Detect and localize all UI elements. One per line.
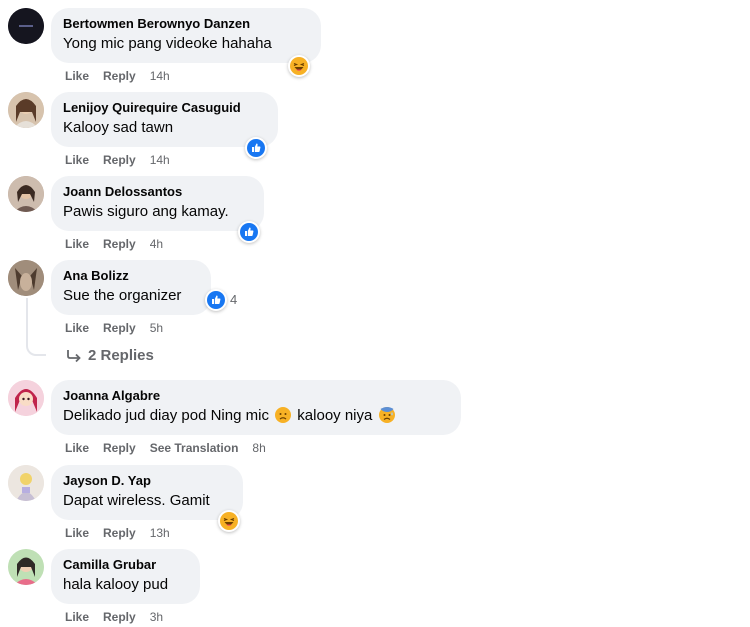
avatar[interactable] <box>8 465 44 501</box>
comment-author[interactable]: Joanna Algabre <box>63 388 449 404</box>
avatar[interactable] <box>8 260 44 296</box>
comment-author[interactable]: Bertowmen Berownyo Danzen <box>63 16 309 32</box>
timestamp[interactable]: 14h <box>150 68 170 84</box>
comment-author[interactable]: Camilla Grubar <box>63 557 188 573</box>
reply-thread-connector <box>26 342 46 356</box>
comment-bubble: Ana Bolizz Sue the organizer <box>51 260 211 315</box>
comment-bubble: Joann Delossantos Pawis siguro ang kamay… <box>51 176 264 231</box>
reaction-count[interactable]: 4 <box>230 292 237 308</box>
comment-author[interactable]: Lenijoy Quirequire Casuguid <box>63 100 266 116</box>
like-reaction-icon[interactable] <box>205 289 227 311</box>
like-button[interactable]: Like <box>65 525 89 541</box>
avatar[interactable] <box>8 380 44 416</box>
reply-button[interactable]: Reply <box>103 68 136 84</box>
comment-text: Kalooy sad tawn <box>63 119 174 136</box>
replies-label: 2 Replies <box>88 347 154 364</box>
timestamp[interactable]: 3h <box>150 609 163 625</box>
like-button[interactable]: Like <box>65 320 89 336</box>
haha-emoji-icon[interactable] <box>218 510 240 532</box>
like-reaction-icon[interactable] <box>245 137 267 159</box>
avatar[interactable] <box>8 92 44 128</box>
comment-actions: Like Reply 4h <box>65 236 163 252</box>
comment-bubble: Joanna Algabre Delikado jud diay pod Nin… <box>51 380 461 435</box>
comment-actions: Like Reply 14h <box>65 68 170 84</box>
timestamp[interactable]: 14h <box>150 152 170 168</box>
anxious-sweat-emoji-icon <box>378 407 395 423</box>
avatar[interactable] <box>8 176 44 212</box>
comment-bubble: Lenijoy Quirequire Casuguid Kalooy sad t… <box>51 92 278 147</box>
timestamp[interactable]: 5h <box>150 320 163 336</box>
timestamp[interactable]: 4h <box>150 236 163 252</box>
timestamp[interactable]: 13h <box>150 525 170 541</box>
comment-text: Yong mic pang videoke hahaha <box>63 35 272 52</box>
comment-text: hala kalooy pud <box>63 576 169 593</box>
comment-text-part: kalooy niya <box>297 407 373 424</box>
comment-author[interactable]: Ana Bolizz <box>63 268 199 284</box>
reply-arrow-icon <box>67 350 81 363</box>
comment-author[interactable]: Joann Delossantos <box>63 184 252 200</box>
comment-actions: Like Reply 5h <box>65 320 163 336</box>
like-button[interactable]: Like <box>65 236 89 252</box>
reply-button[interactable]: Reply <box>103 320 136 336</box>
comment-text: Pawis siguro ang kamay. <box>63 203 229 220</box>
comment-author[interactable]: Jayson D. Yap <box>63 473 231 489</box>
like-button[interactable]: Like <box>65 440 89 456</box>
view-replies-link[interactable]: 2 Replies <box>66 346 154 366</box>
avatar[interactable] <box>8 8 44 44</box>
sad-face-emoji-icon <box>275 407 292 423</box>
see-translation-button[interactable]: See Translation <box>150 440 239 456</box>
comment-text: Sue the organizer <box>63 287 182 304</box>
timestamp[interactable]: 8h <box>252 440 265 456</box>
comment-bubble: Jayson D. Yap Dapat wireless. Gamit <box>51 465 243 520</box>
comment-actions: Like Reply 3h <box>65 609 163 625</box>
like-button[interactable]: Like <box>65 68 89 84</box>
avatar[interactable] <box>8 549 44 585</box>
like-button[interactable]: Like <box>65 152 89 168</box>
comment-text: Delikado jud diay pod Ning mic kalooy ni… <box>63 406 449 426</box>
comment-bubble: Bertowmen Berownyo Danzen Yong mic pang … <box>51 8 321 63</box>
comment-actions: Like Reply 14h <box>65 152 170 168</box>
reply-button[interactable]: Reply <box>103 236 136 252</box>
reply-button[interactable]: Reply <box>103 609 136 625</box>
comment-text-part: Delikado jud diay pod Ning mic <box>63 407 269 424</box>
comment-text: Dapat wireless. Gamit <box>63 492 210 509</box>
haha-emoji-icon[interactable] <box>288 55 310 77</box>
reply-button[interactable]: Reply <box>103 440 136 456</box>
reply-thread-line <box>26 298 28 342</box>
comment-actions: Like Reply See Translation 8h <box>65 440 266 456</box>
comment-bubble: Camilla Grubar hala kalooy pud <box>51 549 200 604</box>
reply-button[interactable]: Reply <box>103 152 136 168</box>
like-button[interactable]: Like <box>65 609 89 625</box>
like-reaction-icon[interactable] <box>238 221 260 243</box>
comment-actions: Like Reply 13h <box>65 525 170 541</box>
reply-button[interactable]: Reply <box>103 525 136 541</box>
